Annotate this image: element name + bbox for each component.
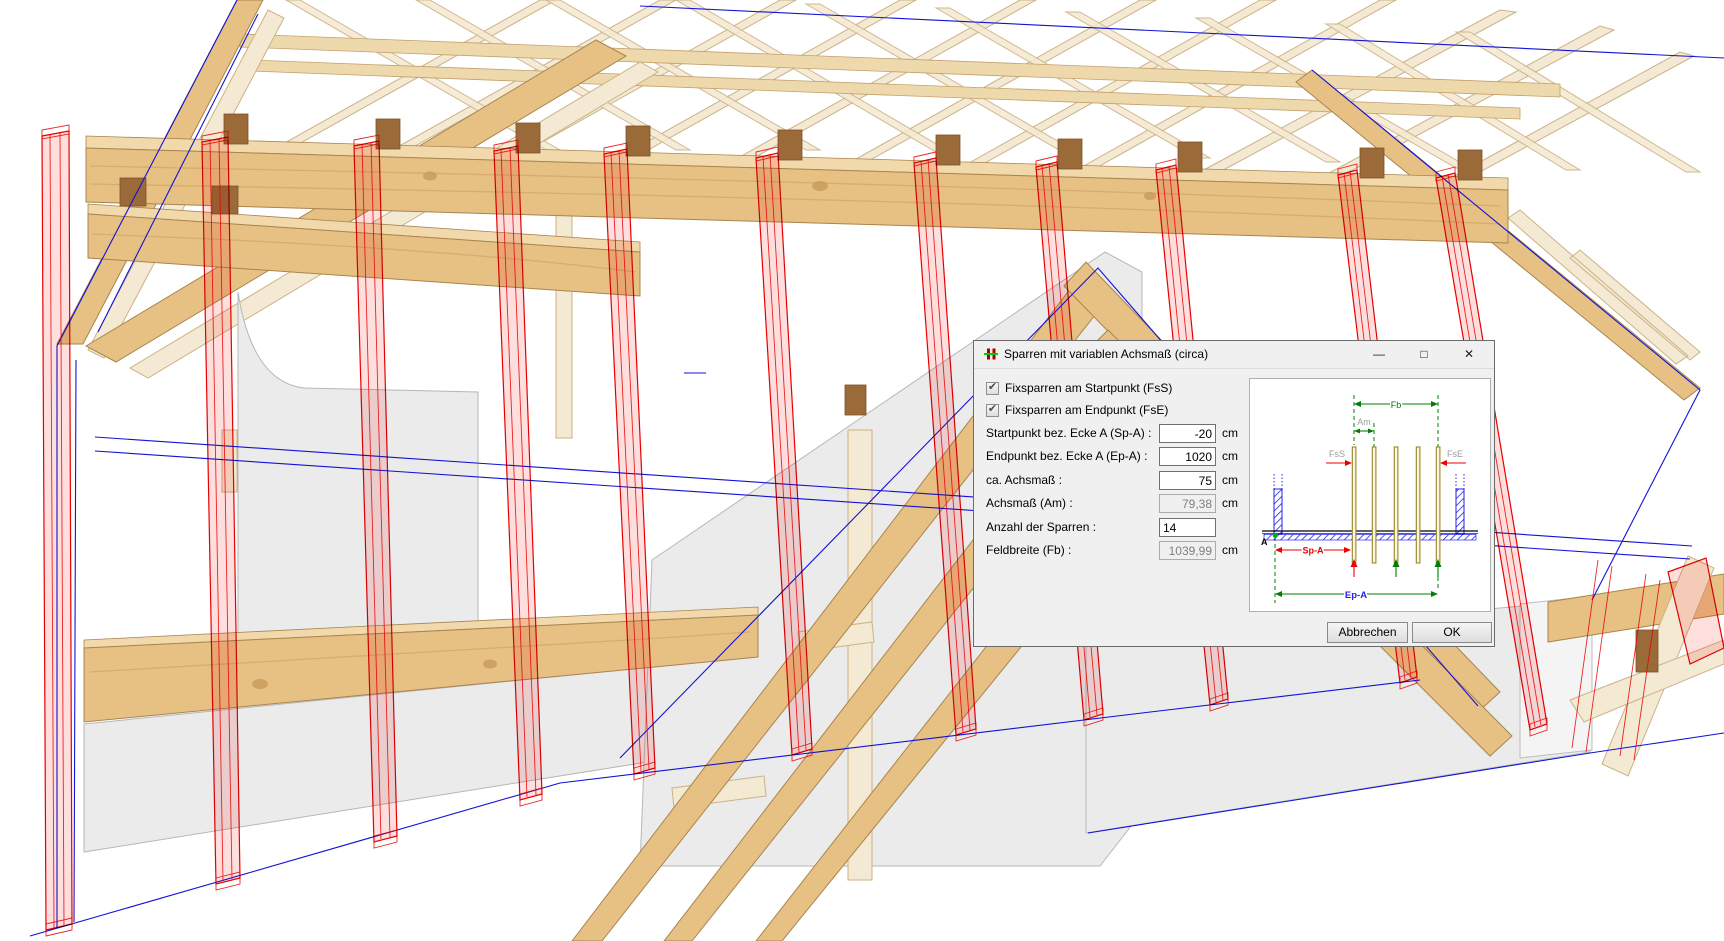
checkbox-fixsparren-startpunkt[interactable]: ✔ Fixsparren am Startpunkt (FsS)	[986, 381, 1172, 395]
minimize-button[interactable]: —	[1364, 341, 1394, 368]
checkbox-box[interactable]: ✔	[986, 382, 999, 395]
endpunkt-input[interactable]	[1159, 447, 1216, 466]
checkbox-label: Fixsparren am Endpunkt (FsE)	[1005, 403, 1168, 417]
feldbreite-label: Feldbreite (Fb) :	[986, 541, 1158, 560]
feldbreite-input	[1159, 541, 1216, 560]
cancel-button[interactable]: Abbrechen	[1327, 622, 1408, 643]
endpunkt-label: Endpunkt bez. Ecke A (Ep-A) :	[986, 447, 1158, 466]
achsmass-unit: cm	[1222, 494, 1248, 513]
fss-label: FsS	[1329, 449, 1345, 459]
achsmass-input	[1159, 494, 1216, 513]
sparren-dialog-icon	[984, 347, 998, 361]
checkmark-icon: ✔	[988, 382, 997, 393]
fb-label: Fb	[1391, 400, 1402, 410]
endpunkt-unit: cm	[1222, 447, 1248, 466]
checkbox-label: Fixsparren am Startpunkt (FsS)	[1005, 381, 1172, 395]
startpunkt-input[interactable]	[1159, 424, 1216, 443]
dialog-titlebar[interactable]: Sparren mit variablen Achsmaß (circa) — …	[974, 341, 1494, 369]
am-label: Am	[1357, 417, 1371, 427]
maximize-button[interactable]: □	[1409, 341, 1439, 368]
startpunkt-label: Startpunkt bez. Ecke A (Sp-A) :	[986, 424, 1158, 443]
startpunkt-unit: cm	[1222, 424, 1248, 443]
sp-a-label: Sp-A	[1303, 546, 1324, 556]
dialog-title: Sparren mit variablen Achsmaß (circa)	[1004, 341, 1208, 368]
anzahl-sparren-label: Anzahl der Sparren :	[986, 518, 1158, 537]
checkbox-box[interactable]: ✔	[986, 404, 999, 417]
ca-achsmass-label: ca. Achsmaß :	[986, 471, 1158, 490]
rafter-schematic: Fb Am FsS FsE A Sp-A	[1250, 379, 1490, 611]
ok-button[interactable]: OK	[1412, 622, 1492, 643]
feldbreite-unit: cm	[1222, 541, 1248, 560]
rafter-schematic-panel: Fb Am FsS FsE A Sp-A	[1249, 378, 1491, 612]
schematic-rafters	[1352, 447, 1440, 563]
sparren-dialog: Sparren mit variablen Achsmaß (circa) — …	[973, 340, 1495, 647]
ep-a-label: Ep-A	[1345, 590, 1367, 601]
anzahl-sparren-input[interactable]	[1159, 518, 1216, 537]
achsmass-label: Achsmaß (Am) :	[986, 494, 1158, 513]
ca-achsmass-unit: cm	[1222, 471, 1248, 490]
close-button[interactable]: ✕	[1454, 341, 1484, 368]
ca-achsmass-input[interactable]	[1159, 471, 1216, 490]
fse-label: FsE	[1447, 449, 1463, 459]
corner-a-label: A	[1261, 537, 1268, 547]
app-window: Sparren mit variablen Achsmaß (circa) — …	[0, 0, 1724, 941]
checkbox-fixsparren-endpunkt[interactable]: ✔ Fixsparren am Endpunkt (FsE)	[986, 403, 1168, 417]
checkmark-icon: ✔	[988, 404, 997, 415]
